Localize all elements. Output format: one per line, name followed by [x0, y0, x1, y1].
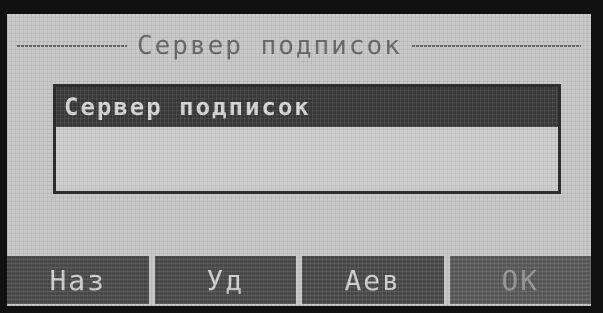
title-bar: Сервер подписок	[17, 30, 581, 62]
back-softkey[interactable]: Наз	[7, 256, 149, 304]
page-title: Сервер подписок	[137, 31, 402, 61]
title-left-divider	[17, 45, 127, 47]
delete-softkey[interactable]: Уд	[154, 256, 296, 304]
selected-option-row[interactable]: Сервер подписок	[56, 87, 558, 127]
server-field[interactable]: Сервер подписок	[53, 84, 561, 194]
selected-option-text: Сервер подписок	[64, 93, 311, 121]
mode-softkey[interactable]: Аев	[302, 256, 444, 304]
lcd-screen: Сервер подписок Сервер подписок Наз Уд А…	[0, 0, 603, 313]
ok-softkey[interactable]: OK	[449, 256, 591, 304]
title-right-divider	[411, 45, 581, 47]
softkey-bar: Наз Уд Аев OK	[7, 256, 591, 306]
